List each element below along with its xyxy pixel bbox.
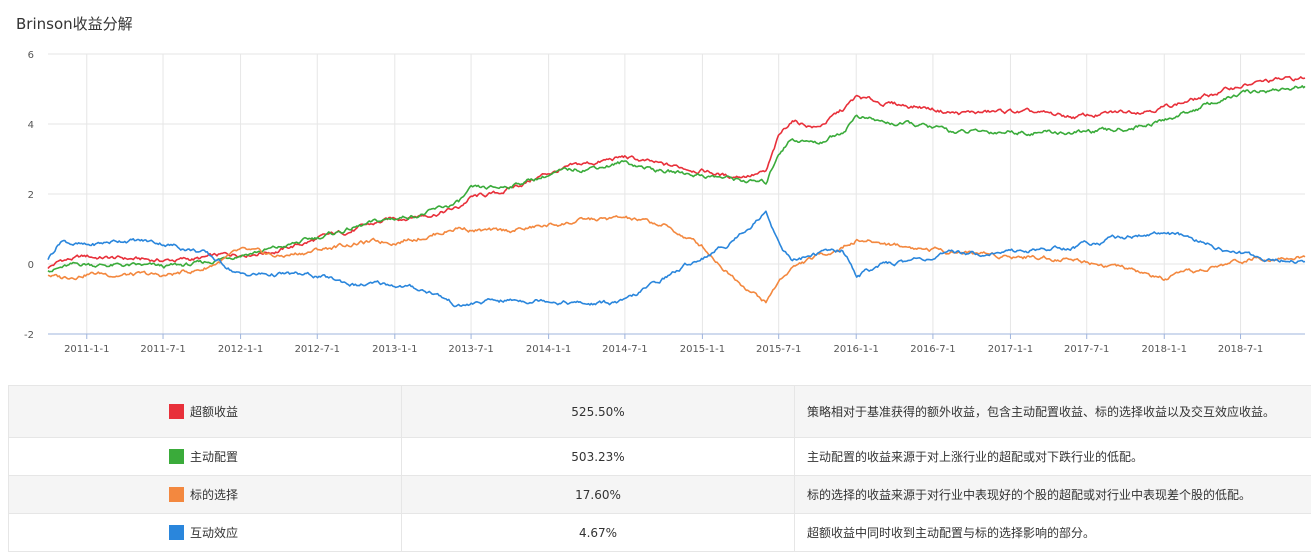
y-tick-label: 6: [28, 50, 34, 61]
legend-row-allocation: 主动配置 503.23% 主动配置的收益来源于对上涨行业的超配或对下跌行业的低配…: [8, 437, 1311, 476]
x-tick-label: 2015-1-1: [680, 344, 725, 355]
legend-value: 503.23%: [401, 437, 795, 476]
x-tick-label: 2013-7-1: [448, 344, 493, 355]
legend-row-interaction: 互动效应 4.67% 超额收益中同时收到主动配置与标的选择影响的部分。: [8, 513, 1311, 552]
x-tick-label: 2012-7-1: [295, 344, 340, 355]
x-tick-label: 2018-1-1: [1142, 344, 1187, 355]
legend-name: 超额收益: [190, 405, 239, 419]
legend-name: 主动配置: [190, 450, 239, 464]
x-tick-label: 2013-1-1: [372, 344, 417, 355]
legend-swatch-icon: [169, 487, 184, 502]
legend-description: 主动配置的收益来源于对上涨行业的超配或对下跌行业的低配。: [794, 437, 1311, 476]
legend-name: 互动效应: [190, 526, 239, 540]
legend-swatch-icon: [169, 449, 184, 464]
x-tick-label: 2016-1-1: [834, 344, 879, 355]
x-tick-label: 2014-1-1: [526, 344, 571, 355]
y-tick-label: -2: [24, 330, 34, 341]
legend-swatch-icon: [169, 525, 184, 540]
tick-labels: -2 0 2 4 6 2011-1-1 2011-7-1 2012-1-1 2012-7-1 20…: [24, 50, 1263, 355]
x-tick-label: 2011-7-1: [140, 344, 185, 355]
x-tick-label: 2017-1-1: [988, 344, 1033, 355]
legend-value: 525.50%: [401, 385, 795, 438]
legend-name-cell: 标的选择: [8, 475, 402, 514]
x-tick-label: 2011-1-1: [64, 344, 109, 355]
legend-description: 策略相对于基准获得的额外收益，包含主动配置收益、标的选择收益以及交互效应收益。: [794, 385, 1311, 438]
legend-name-cell: 互动效应: [8, 513, 402, 552]
legend-description: 超额收益中同时收到主动配置与标的选择影响的部分。: [794, 513, 1311, 552]
series-line-3: [47, 210, 1306, 308]
page-title: Brinson收益分解: [16, 15, 133, 33]
legend-name-cell: 超额收益: [8, 385, 402, 438]
x-tick-label: 2017-7-1: [1064, 344, 1109, 355]
y-tick-label: 4: [28, 120, 34, 131]
y-tick-label: 2: [28, 190, 34, 201]
x-tick-label: 2012-1-1: [218, 344, 263, 355]
legend-table: 超额收益 525.50% 策略相对于基准获得的额外收益，包含主动配置收益、标的选…: [8, 385, 1311, 552]
legend-description: 标的选择的收益来源于对行业中表现好的个股的超配或对行业中表现差个股的低配。: [794, 475, 1311, 514]
brinson-line-chart: -2 0 2 4 6 2011-1-1 2011-7-1 2012-1-1 2012-7-1 20…: [24, 50, 1306, 355]
series: [47, 75, 1306, 308]
legend-name: 标的选择: [190, 488, 239, 502]
legend-name-cell: 主动配置: [8, 437, 402, 476]
legend-value: 4.67%: [401, 513, 795, 552]
legend-swatch-icon: [169, 404, 184, 419]
y-tick-label: 0: [28, 260, 34, 271]
legend-row-excess: 超额收益 525.50% 策略相对于基准获得的额外收益，包含主动配置收益、标的选…: [8, 385, 1311, 438]
x-tick-label: 2015-7-1: [756, 344, 801, 355]
legend-value: 17.60%: [401, 475, 795, 514]
series-line-1: [47, 85, 1306, 273]
grid: [48, 53, 1305, 335]
legend-row-selection: 标的选择 17.60% 标的选择的收益来源于对行业中表现好的个股的超配或对行业中…: [8, 475, 1311, 514]
axes: [48, 333, 1305, 339]
series-line-2: [47, 215, 1306, 304]
x-tick-label: 2014-7-1: [602, 344, 647, 355]
x-tick-label: 2018-7-1: [1218, 344, 1263, 355]
x-tick-label: 2016-7-1: [910, 344, 955, 355]
